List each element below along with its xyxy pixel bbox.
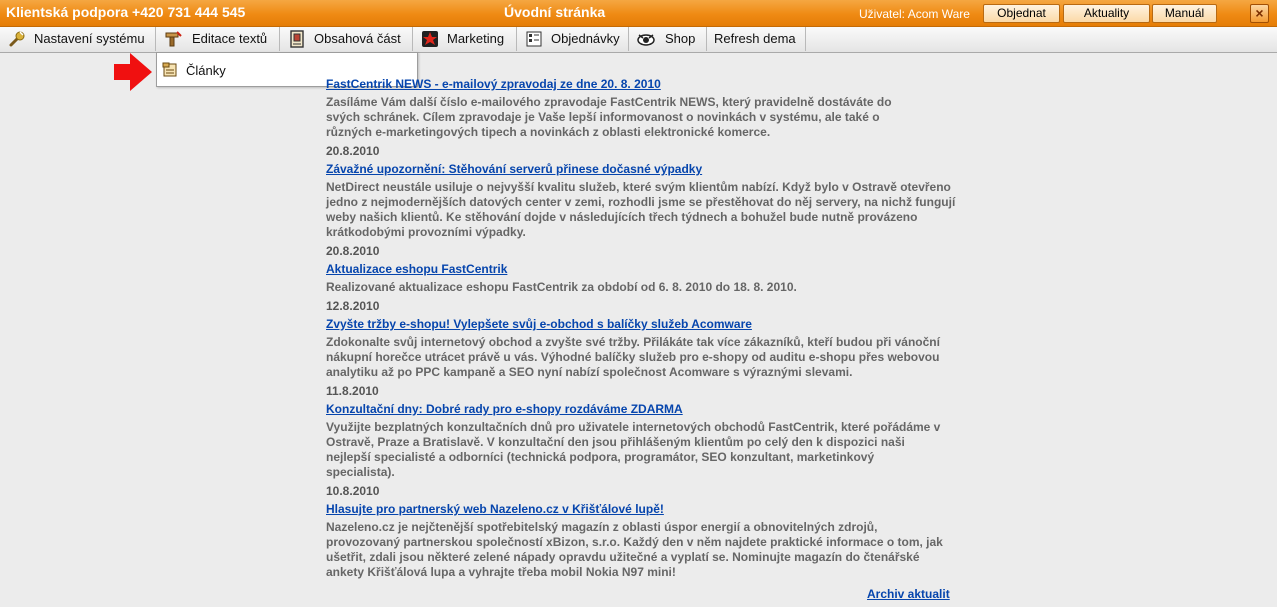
news-item: Konzultační dny: Dobré rady pro e-shopy … (326, 401, 956, 501)
close-button[interactable]: × (1250, 4, 1269, 23)
news-body: Nazeleno.cz je nejčtenější spotřebitelsk… (326, 520, 943, 579)
news-title-link[interactable]: Zvyšte tržby e-shopu! Vylepšete svůj e-o… (326, 316, 956, 333)
menu-label: Refresh dema (714, 31, 796, 46)
news-date: 20.8.2010 (326, 244, 380, 258)
news-body: Realizované aktualizace eshopu FastCentr… (326, 280, 797, 294)
archive-link[interactable]: Archiv aktualit (867, 587, 950, 601)
user-name: Acom Ware (907, 7, 970, 21)
menu-item-refresh-dema[interactable]: Refresh dema (707, 27, 806, 51)
news-item: Hlasujte pro partnerský web Nazeleno.cz … (326, 501, 956, 580)
document-icon (290, 30, 304, 48)
news-item: Aktualizace eshopu FastCentrik Realizova… (326, 261, 956, 316)
news-item: FastCentrik NEWS - e-mailový zpravodaj z… (326, 76, 956, 161)
news-list: FastCentrik NEWS - e-mailový zpravodaj z… (326, 76, 956, 582)
pen-icon (165, 31, 182, 47)
news-title-link[interactable]: FastCentrik NEWS - e-mailový zpravodaj z… (326, 76, 956, 93)
orders-icon (526, 31, 542, 47)
news-title-link[interactable]: Aktualizace eshopu FastCentrik (326, 261, 956, 278)
objednat-button[interactable]: Objednat (983, 4, 1060, 23)
main-menu: Nastavení systému Editace textů Obsahová… (0, 27, 1277, 53)
menu-label: Obsahová část (314, 31, 401, 46)
page-title: Úvodní stránka (504, 4, 606, 20)
user-label: Uživatel: (859, 7, 906, 21)
news-title-link[interactable]: Hlasujte pro partnerský web Nazeleno.cz … (326, 501, 956, 518)
red-arrow-icon (114, 53, 152, 91)
menu-item-editace-textu[interactable]: Editace textů (156, 27, 280, 51)
menu-item-obsahova-cast[interactable]: Obsahová část (280, 27, 413, 51)
menu-item-objednavky[interactable]: Objednávky (517, 27, 629, 51)
wrench-icon (9, 31, 25, 47)
aktuality-button[interactable]: Aktuality (1063, 4, 1150, 23)
menu-label: Editace textů (192, 31, 268, 46)
news-body: Zasíláme Vám další číslo e-mailového zpr… (326, 95, 892, 139)
news-body: Využijte bezplatných konzultačních dnů p… (326, 420, 941, 479)
news-date: 10.8.2010 (326, 484, 380, 498)
news-date: 12.8.2010 (326, 299, 380, 313)
news-title-link[interactable]: Závažné upozornění: Stěhování serverů př… (326, 161, 956, 178)
support-phone: Klientská podpora +420 731 444 545 (6, 4, 246, 20)
title-bar: Klientská podpora +420 731 444 545 Úvodn… (0, 0, 1277, 27)
article-icon (162, 62, 177, 77)
eye-icon (637, 34, 655, 46)
news-date: 11.8.2010 (326, 384, 379, 398)
user-info: Uživatel: Acom Ware (859, 7, 970, 21)
menu-label: Objednávky (551, 31, 620, 46)
news-date: 20.8.2010 (326, 144, 380, 158)
menu-label: Shop (665, 31, 696, 46)
menu-item-shop[interactable]: Shop (629, 27, 707, 51)
news-body: Zdokonalte svůj internetový obchod a zvy… (326, 335, 940, 379)
news-item: Zvyšte tržby e-shopu! Vylepšete svůj e-o… (326, 316, 956, 401)
submenu-item-label: Články (186, 63, 226, 78)
menu-label: Marketing (447, 31, 505, 46)
star-icon (422, 31, 438, 47)
news-item: Závažné upozornění: Stěhování serverů př… (326, 161, 956, 261)
menu-item-nastaveni-systemu[interactable]: Nastavení systému (0, 27, 156, 51)
news-body: NetDirect neustále usiluje o nejvyšší kv… (326, 180, 956, 239)
manual-button[interactable]: Manuál (1152, 4, 1217, 23)
news-title-link[interactable]: Konzultační dny: Dobré rady pro e-shopy … (326, 401, 956, 418)
menu-label: Nastavení systému (34, 31, 145, 46)
menu-item-marketing[interactable]: Marketing (413, 27, 517, 51)
